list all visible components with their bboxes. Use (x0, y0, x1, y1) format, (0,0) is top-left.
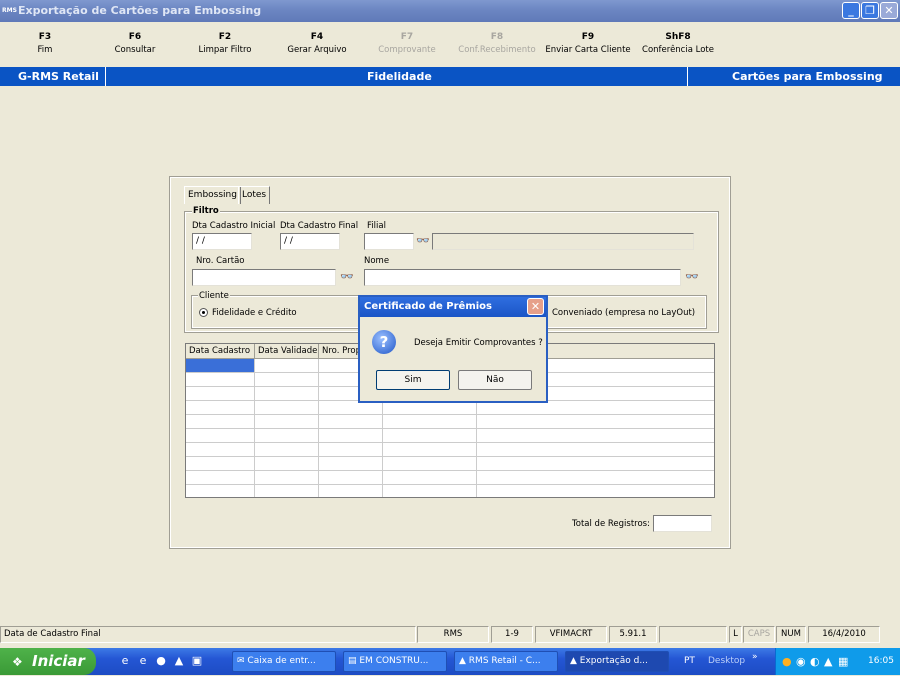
dialog-message: Deseja Emitir Comprovantes ? (414, 338, 543, 348)
tray-calendar-icon[interactable]: ▦ (838, 655, 848, 668)
mail-icon: ✉ (237, 656, 248, 666)
task-word-doc[interactable]: ▤ EM CONSTRU... (343, 651, 447, 672)
grid-line (186, 442, 714, 443)
fkey-gerar-arquivo-button[interactable]: F4 Gerar Arquivo (272, 32, 362, 55)
tray-rms-icon[interactable]: ▲ (824, 655, 832, 668)
task-inbox[interactable]: ✉ Caixa de entr... (232, 651, 336, 672)
minimize-icon[interactable]: _ (842, 2, 860, 19)
dta-inicial-field[interactable]: / / (192, 233, 252, 250)
tray-network-icon[interactable]: ◉ (796, 655, 806, 668)
status-range: 1-9 (491, 626, 533, 643)
status-program: VFIMACRT (535, 626, 607, 643)
window-title-bar[interactable]: RMS Exportação de Cartões para Embossing… (0, 0, 900, 22)
fkey-conferencia-lote-button[interactable]: ShF8 Conferência Lote (633, 32, 723, 55)
status-l-indicator: L (729, 626, 742, 643)
desktop-icon[interactable]: ▣ (190, 654, 204, 668)
grid-line (186, 428, 714, 429)
grid-line (186, 484, 714, 485)
header-system-label: G-RMS Retail (18, 70, 99, 83)
tray-app-icon[interactable]: ● (782, 655, 792, 668)
cliente-legend: Cliente (198, 291, 230, 301)
restore-icon[interactable]: ❐ (861, 2, 879, 19)
no-button[interactable]: Não (458, 370, 532, 390)
total-registros-label: Total de Registros: (572, 519, 650, 529)
header-module-label: Fidelidade (367, 70, 432, 83)
radio-conveniado-label[interactable]: Conveniado (empresa no LayOut) (552, 308, 695, 318)
status-num-indicator: NUM (776, 626, 806, 643)
grid-line (186, 470, 714, 471)
header-divider (687, 67, 688, 86)
start-button[interactable]: ❖ Iniciar (0, 648, 96, 675)
rms-icon: ▲ (459, 656, 469, 666)
dta-final-label: Dta Cadastro Final (280, 221, 359, 231)
filter-legend: Filtro (192, 206, 220, 216)
tab-lotes[interactable]: Lotes (238, 186, 271, 204)
fkey-conf-recebimento-button[interactable]: F8 Conf.Recebimento (452, 32, 542, 55)
fkey-consultar-button[interactable]: F6 Consultar (90, 32, 180, 55)
window-title: Exportação de Cartões para Embossing (18, 4, 262, 17)
system-tray: ● ◉ ◐ ▲ ▦ 16:05 (775, 648, 900, 675)
fkey-fim-button[interactable]: F3 Fim (0, 32, 90, 55)
column-header-data-validade[interactable]: Data Validade (255, 344, 319, 359)
dialog-close-icon[interactable]: ✕ (527, 298, 544, 315)
ie-icon[interactable]: e (118, 654, 132, 668)
status-message: Data de Cadastro Final (0, 626, 416, 643)
language-indicator[interactable]: PT (684, 656, 695, 666)
column-header-data-cadastro[interactable]: Data Cadastro (186, 344, 255, 359)
binoculars-search-icon[interactable]: 👓 (684, 269, 700, 285)
nro-cartao-field[interactable] (192, 269, 336, 286)
dialog-title[interactable]: Certificado de Prêmios (360, 297, 546, 317)
binoculars-search-icon[interactable]: 👓 (339, 269, 355, 285)
ie-icon[interactable]: e (136, 654, 150, 668)
radio-fidelidade[interactable] (199, 308, 208, 317)
dta-inicial-label: Dta Cadastro Inicial (192, 221, 276, 231)
fkey-limpar-filtro-button[interactable]: F2 Limpar Filtro (180, 32, 270, 55)
radio-fidelidade-label: Fidelidade e Crédito (212, 308, 297, 318)
clock[interactable]: 16:05 (868, 656, 894, 666)
header-divider (105, 67, 106, 86)
question-icon: ? (372, 330, 396, 354)
selected-cell[interactable] (186, 359, 255, 372)
rms-icon: ▲ (570, 656, 580, 666)
windows-logo-icon: ❖ (12, 655, 23, 669)
task-exportacao[interactable]: ▲ Exportação d... (565, 651, 669, 672)
task-rms-retail[interactable]: ▲ RMS Retail - C... (454, 651, 558, 672)
grid-line (186, 456, 714, 457)
dta-final-field[interactable]: / / (280, 233, 340, 250)
windows-taskbar (0, 648, 900, 675)
word-icon: ▤ (348, 656, 360, 666)
rms-icon[interactable]: ▲ (172, 654, 186, 668)
status-date: 16/4/2010 (808, 626, 880, 643)
fkey-enviar-carta-button[interactable]: F9 Enviar Carta Cliente (543, 32, 633, 55)
grid-line (186, 414, 714, 415)
chevron-right-icon[interactable]: » (752, 652, 758, 662)
filial-label: Filial (367, 221, 386, 231)
fkey-comprovante-button[interactable]: F7 Comprovante (362, 32, 452, 55)
nome-field[interactable] (364, 269, 681, 286)
module-header: G-RMS Retail Fidelidade Cartões para Emb… (0, 67, 900, 86)
confirm-dialog: Certificado de Prêmios ✕ ? Deseja Emitir… (358, 295, 548, 403)
close-icon[interactable]: ✕ (880, 2, 898, 19)
header-screen-label: Cartões para Embossing (732, 70, 883, 83)
nro-cartao-label: Nro. Cartão (196, 256, 245, 266)
yes-button[interactable]: Sim (376, 370, 450, 390)
binoculars-search-icon[interactable]: 👓 (415, 233, 431, 249)
status-system: RMS (417, 626, 489, 643)
filial-field[interactable] (364, 233, 414, 250)
tray-volume-icon[interactable]: ◐ (810, 655, 820, 668)
filial-description-field (432, 233, 694, 250)
function-key-toolbar: F3 Fim F6 Consultar F2 Limpar Filtro F4 Gera… (0, 22, 900, 66)
total-registros-field (653, 515, 712, 532)
outlook-icon[interactable]: ● (154, 654, 168, 668)
tab-embossing[interactable]: Embossing (184, 186, 241, 204)
status-caps-indicator: CAPS (743, 626, 775, 643)
nome-label: Nome (364, 256, 390, 266)
status-version: 5.91.1 (609, 626, 657, 643)
status-blank (659, 626, 727, 643)
app-icon: RMS (2, 7, 17, 14)
desktop-toolbar-label[interactable]: Desktop (708, 656, 745, 666)
